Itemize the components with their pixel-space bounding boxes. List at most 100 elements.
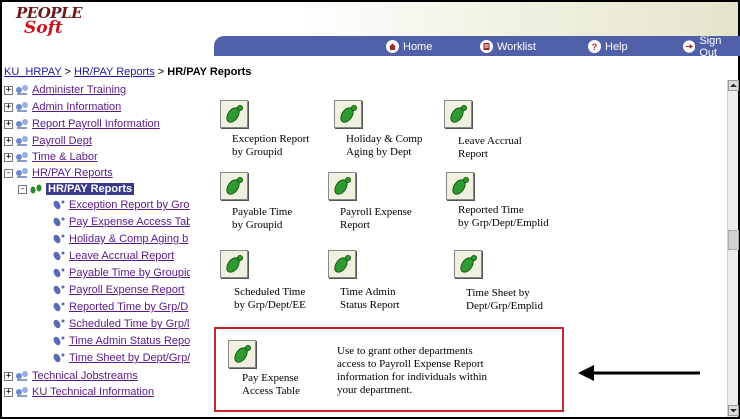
- report-button[interactable]: [454, 250, 482, 278]
- folder-node-icon: [16, 387, 28, 397]
- footprint-icon: [53, 319, 65, 329]
- report-button[interactable]: [220, 100, 248, 128]
- tree-item-label[interactable]: Reported Time by Grp/D: [69, 301, 188, 313]
- report-label: Payable Time by Groupid: [232, 206, 293, 231]
- peoplesoft-logo: PEOPLE Soft: [16, 4, 83, 40]
- scroll-thumb[interactable]: [728, 230, 739, 250]
- footprint-icon: [226, 105, 243, 123]
- footprint-icon: [53, 285, 65, 295]
- tree-item-label[interactable]: Holiday & Comp Aging b: [69, 233, 188, 245]
- expand-toggle[interactable]: +: [4, 387, 13, 397]
- tree-item-admin-information[interactable]: + Admin Information: [4, 99, 121, 115]
- tree-item-leave-accrual[interactable]: Leave Accrual Report: [52, 248, 174, 264]
- expand-toggle[interactable]: +: [4, 85, 13, 95]
- tree-item-label-selected[interactable]: HR/PAY Reports: [46, 183, 135, 195]
- expand-toggle[interactable]: +: [4, 371, 13, 381]
- report-button[interactable]: [334, 100, 362, 128]
- tree-item-payroll-dept[interactable]: + Payroll Dept: [4, 133, 92, 149]
- scroll-up-button[interactable]: [728, 80, 739, 91]
- tree-item-label[interactable]: Payable Time by Groupic: [69, 267, 190, 279]
- tree-item-label[interactable]: Leave Accrual Report: [69, 250, 174, 262]
- tree-item-label[interactable]: Time Sheet by Dept/Grp/: [69, 352, 190, 364]
- folder-node-icon: [16, 102, 28, 112]
- report-button[interactable]: [328, 172, 356, 200]
- footprint-icon: [53, 336, 65, 346]
- expand-toggle[interactable]: +: [4, 152, 13, 162]
- nav-worklist[interactable]: Worklist: [480, 39, 536, 54]
- tree-item-time-labor[interactable]: + Time & Labor: [4, 149, 98, 165]
- tree-item-holiday-comp[interactable]: Holiday & Comp Aging b: [52, 231, 188, 247]
- report-button[interactable]: [446, 172, 474, 200]
- tree-item-pay-expense-access[interactable]: Pay Expense Access Tab: [52, 214, 190, 230]
- expand-toggle[interactable]: +: [4, 119, 13, 129]
- expand-toggle[interactable]: +: [4, 136, 13, 146]
- tree-item-label[interactable]: HR/PAY Reports: [32, 167, 113, 179]
- tree-item-technical-jobstreams[interactable]: + Technical Jobstreams: [4, 368, 138, 384]
- nav-home-label: Home: [403, 40, 433, 53]
- report-button[interactable]: [444, 100, 472, 128]
- breadcrumb-parent-link[interactable]: HR/PAY Reports: [74, 66, 155, 78]
- breadcrumb-separator: >: [154, 66, 168, 78]
- report-label: Reported Time by Grp/Dept/Emplid: [458, 204, 549, 229]
- nav-signout[interactable]: Sign Out: [683, 35, 740, 59]
- tree-item-label[interactable]: Report Payroll Information: [32, 118, 160, 130]
- navigation-tree: + Administer Training + Admin Informatio…: [4, 82, 190, 400]
- nav-worklist-label: Worklist: [497, 40, 536, 53]
- tree-item-label[interactable]: Payroll Expense Report: [69, 284, 185, 296]
- tree-item-label[interactable]: Time & Labor: [32, 151, 98, 163]
- tree-item-report-payroll-information[interactable]: + Report Payroll Information: [4, 116, 160, 132]
- tree-item-label[interactable]: Payroll Dept: [32, 135, 92, 147]
- tree-item-label[interactable]: Exception Report by Grou: [69, 199, 190, 211]
- scroll-down-button[interactable]: [728, 405, 739, 416]
- folder-node-icon: [16, 119, 28, 129]
- breadcrumb-current: HR/PAY Reports: [167, 66, 252, 78]
- tree-item-payable-time[interactable]: Payable Time by Groupic: [52, 265, 190, 281]
- report-button[interactable]: [220, 250, 248, 278]
- report-label: Pay Expense Access Table: [242, 372, 300, 397]
- report-button[interactable]: [228, 340, 256, 368]
- expand-toggle[interactable]: +: [4, 102, 13, 112]
- chevron-down-icon: [730, 409, 737, 413]
- tree-item-exception-report[interactable]: Exception Report by Grou: [52, 197, 190, 213]
- tree-item-time-admin-status[interactable]: Time Admin Status Repo: [52, 333, 190, 349]
- footprint-icon: [53, 251, 65, 261]
- tree-item-reported-time[interactable]: Reported Time by Grp/D: [52, 299, 188, 315]
- collapse-toggle[interactable]: -: [18, 184, 27, 194]
- signout-icon: [683, 40, 696, 53]
- footprint-icon: [53, 200, 65, 210]
- footprint-icon: [53, 302, 65, 312]
- tree-item-hrpay-reports-parent[interactable]: - HR/PAY Reports: [4, 165, 113, 181]
- tree-item-label[interactable]: Pay Expense Access Tab: [69, 216, 190, 228]
- folder-node-icon: [16, 136, 28, 146]
- nav-help[interactable]: ? Help: [588, 39, 628, 54]
- tree-item-ku-technical-information[interactable]: + KU Technical Information: [4, 384, 154, 400]
- footprint-icon: [460, 255, 477, 273]
- nav-home[interactable]: Home: [386, 39, 432, 54]
- tree-item-label[interactable]: Administer Training: [32, 84, 126, 96]
- report-button[interactable]: [220, 172, 248, 200]
- report-button[interactable]: [328, 250, 356, 278]
- description-text: Use to grant other departments access to…: [337, 345, 488, 396]
- breadcrumb-separator: >: [61, 66, 75, 78]
- tree-item-label[interactable]: Time Admin Status Repo: [69, 335, 190, 347]
- tree-item-payroll-expense[interactable]: Payroll Expense Report: [52, 282, 185, 298]
- tree-item-time-sheet[interactable]: Time Sheet by Dept/Grp/: [52, 350, 190, 366]
- vertical-scrollbar[interactable]: [727, 80, 739, 417]
- footprint-icon: [334, 177, 351, 195]
- tree-item-label[interactable]: Technical Jobstreams: [32, 370, 138, 382]
- footprint-icon: [452, 177, 469, 195]
- svg-text:?: ?: [592, 42, 598, 52]
- worklist-icon: [480, 40, 493, 53]
- tree-item-hrpay-reports-selected[interactable]: - HR/PAY Reports: [18, 181, 135, 197]
- header-decoration: [302, 2, 738, 36]
- tree-item-administer-training[interactable]: + Administer Training: [4, 82, 126, 98]
- tree-item-label[interactable]: Scheduled Time by Grp/l: [69, 318, 189, 330]
- collapse-toggle[interactable]: -: [4, 168, 13, 178]
- footprint-icon: [53, 268, 65, 278]
- footprint-icon: [53, 234, 65, 244]
- tree-item-label[interactable]: Admin Information: [32, 101, 121, 113]
- tree-item-scheduled-time[interactable]: Scheduled Time by Grp/l: [52, 316, 189, 332]
- tree-item-label[interactable]: KU Technical Information: [32, 386, 154, 398]
- nav-help-label: Help: [605, 40, 628, 53]
- breadcrumb-root-link[interactable]: KU_HRPAY: [4, 66, 61, 78]
